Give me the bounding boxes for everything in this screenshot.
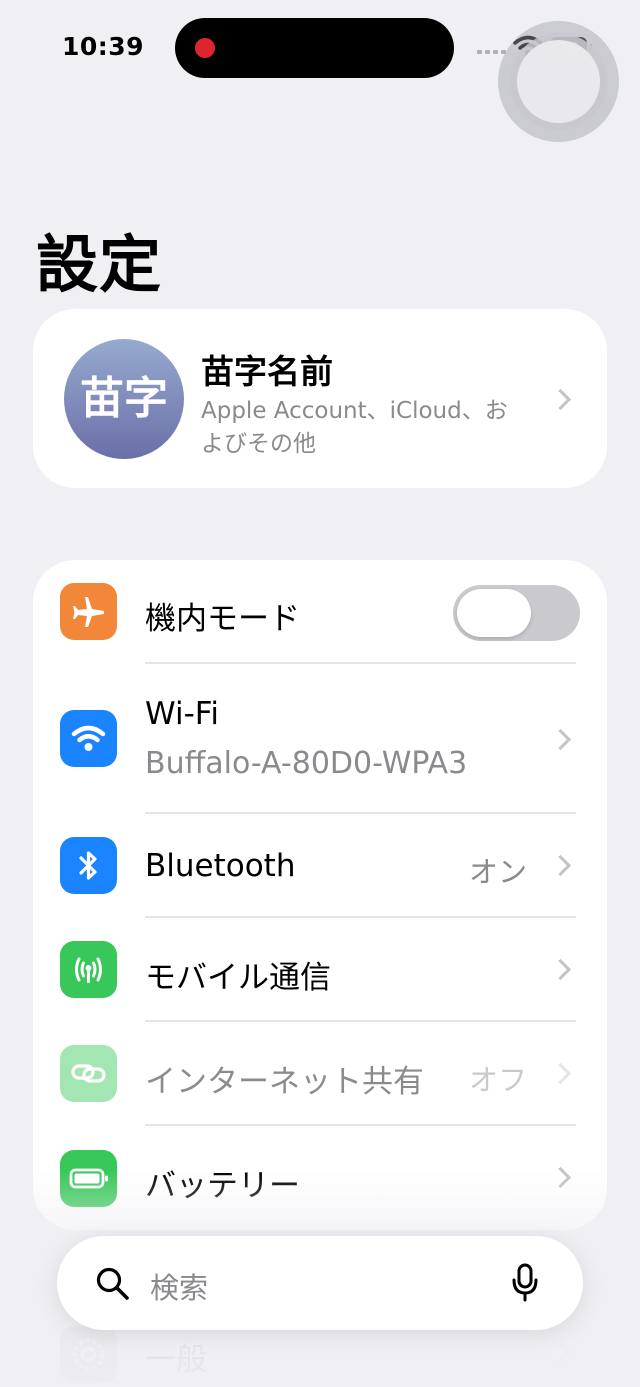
page-title: 設定: [36, 228, 163, 301]
bluetooth-status: オン: [468, 855, 527, 889]
hotspot-link-icon: [60, 1045, 117, 1102]
avatar: 苗字: [64, 339, 184, 459]
assistive-touch-button[interactable]: [498, 21, 619, 142]
chevron-right-icon: [549, 958, 572, 981]
chevron-right-icon: [549, 728, 572, 751]
bluetooth-row[interactable]: Bluetooth オン: [33, 814, 607, 918]
personal-hotspot-label: インターネット共有: [145, 1064, 424, 1100]
bluetooth-icon: [60, 837, 117, 894]
settings-list: 機内モード Wi-Fi Buffalo-A-80D0-WPA3 Bluetoot…: [33, 560, 607, 1230]
bluetooth-label: Bluetooth: [145, 848, 296, 884]
airplane-mode-row: 機内モード: [33, 560, 607, 664]
search-input[interactable]: 検索: [150, 1265, 208, 1307]
wifi-label: Wi-Fi: [145, 696, 219, 732]
chevron-right-icon: [549, 1062, 572, 1085]
apple-account-card[interactable]: 苗字 苗字名前 Apple Account、iCloud、およびその他: [33, 309, 607, 488]
wifi-icon: [60, 710, 117, 767]
account-subtitle: Apple Account、iCloud、およびその他: [201, 398, 508, 457]
cellular-row[interactable]: モバイル通信: [33, 918, 607, 1022]
search-icon: [95, 1266, 131, 1306]
cellular-signal-icon: [477, 50, 507, 54]
dynamic-island: [175, 18, 454, 78]
cellular-label: モバイル通信: [145, 960, 331, 996]
chevron-right-icon: [549, 854, 572, 877]
recording-indicator: [195, 38, 215, 58]
toggle-knob: [457, 589, 531, 637]
cellular-antenna-icon: [60, 941, 117, 998]
microphone-icon[interactable]: [511, 1263, 539, 1307]
search-bar[interactable]: 検索: [57, 1236, 583, 1330]
personal-hotspot-row[interactable]: インターネット共有 オフ: [33, 1022, 607, 1126]
personal-hotspot-status: オフ: [468, 1063, 527, 1097]
account-name: 苗字名前: [201, 352, 333, 391]
wifi-network-name: Buffalo-A-80D0-WPA3: [145, 746, 468, 781]
wifi-row[interactable]: Wi-Fi Buffalo-A-80D0-WPA3: [33, 664, 607, 812]
airplane-icon: [60, 583, 117, 640]
airplane-mode-label: 機内モード: [145, 601, 300, 637]
airplane-mode-toggle[interactable]: [453, 585, 580, 641]
status-time: 10:39: [62, 32, 145, 61]
chevron-right-icon: [549, 388, 572, 411]
